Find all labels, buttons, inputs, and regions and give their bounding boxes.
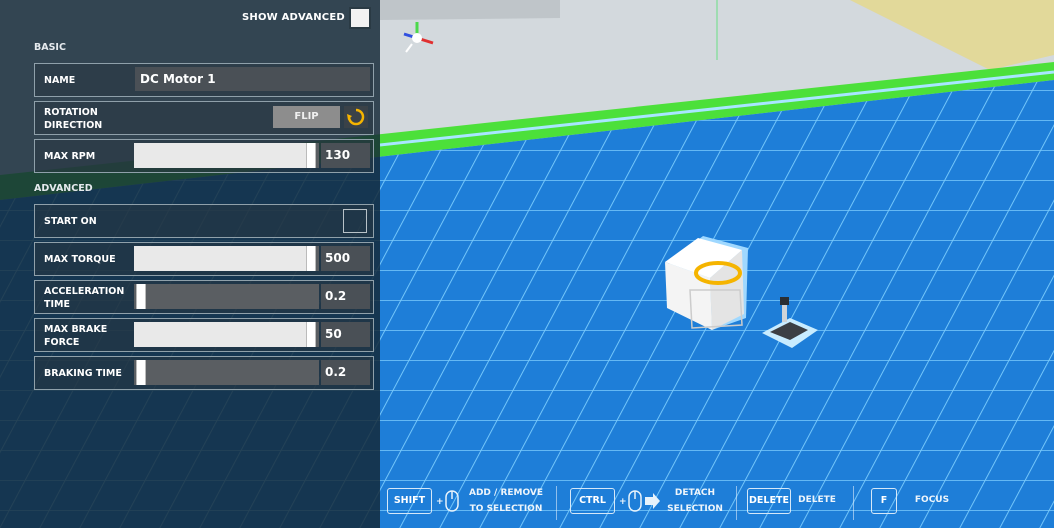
brake-force-label-line1: MAX BRAKE xyxy=(44,324,108,335)
rotation-label-line2: DIRECTION xyxy=(44,120,103,131)
section-basic: BASIC xyxy=(34,42,66,53)
ctrl-key: CTRL xyxy=(570,488,615,514)
acceleration-label-line1: ACCELERATION xyxy=(44,286,125,297)
braking-time-label: BRAKING TIME xyxy=(44,368,122,379)
name-label: NAME xyxy=(44,75,76,86)
max-torque-slider-fill xyxy=(134,246,316,271)
max-torque-label: MAX TORQUE xyxy=(44,254,116,265)
acceleration-time-label: ACCELERATION TIME xyxy=(44,285,124,311)
show-advanced-toggle[interactable]: SHOW ADVANCED xyxy=(242,7,371,29)
divider xyxy=(853,486,854,520)
show-advanced-label: SHOW ADVANCED xyxy=(242,11,345,23)
max-rpm-row: MAX RPM 130 xyxy=(34,139,374,173)
max-torque-slider-handle[interactable] xyxy=(306,246,316,271)
start-on-checkbox[interactable] xyxy=(343,209,367,233)
max-rpm-slider-handle[interactable] xyxy=(306,143,316,168)
mouse-icon xyxy=(445,490,459,512)
shift-key: SHIFT xyxy=(387,488,432,514)
rotation-direction-label: ROTATION DIRECTION xyxy=(44,106,102,132)
shift-hint-line2: TO SELECTION xyxy=(469,504,543,514)
ctrl-hint: DETACH SELECTION xyxy=(664,485,726,517)
braking-time-slider[interactable] xyxy=(134,360,319,385)
shift-hint: ADD / REMOVE TO SELECTION xyxy=(466,485,546,517)
max-brake-force-slider-fill xyxy=(134,322,316,347)
acceleration-label-line2: TIME xyxy=(44,299,70,310)
mouse-drag-icon xyxy=(628,490,660,512)
acceleration-time-slider[interactable] xyxy=(134,284,319,309)
shift-hint-line1: ADD / REMOVE xyxy=(468,488,544,498)
name-row: NAME DC Motor 1 xyxy=(34,63,374,97)
max-rpm-label: MAX RPM xyxy=(44,151,96,162)
rotation-arrow-icon xyxy=(344,106,368,128)
acceleration-time-value[interactable]: 0.2 xyxy=(321,284,370,309)
properties-panel: SHOW ADVANCED BASIC NAME DC Motor 1 ROTA… xyxy=(0,0,380,528)
max-rpm-value[interactable]: 130 xyxy=(321,143,370,168)
plus-sign: + xyxy=(619,497,627,507)
max-torque-slider[interactable] xyxy=(134,246,319,271)
max-brake-force-slider[interactable] xyxy=(134,322,319,347)
start-on-label: START ON xyxy=(44,216,97,227)
rotation-direction-row: ROTATION DIRECTION FLIP xyxy=(34,101,374,135)
focus-key: F xyxy=(871,488,897,514)
brake-force-label-line2: FORCE xyxy=(44,337,80,348)
max-brake-force-row: MAX BRAKE FORCE 50 xyxy=(34,318,374,352)
controls-hint-bar: SHIFT + ADD / REMOVE TO SELECTION CTRL +… xyxy=(380,480,1054,528)
divider xyxy=(556,486,557,520)
max-torque-row: MAX TORQUE 500 xyxy=(34,242,374,276)
show-advanced-checkbox[interactable] xyxy=(349,7,371,29)
acceleration-time-row: ACCELERATION TIME 0.2 xyxy=(34,280,374,314)
max-rpm-slider-fill xyxy=(134,143,316,168)
delete-key: DELETE xyxy=(747,488,791,514)
delete-hint: DELETE xyxy=(798,495,836,505)
max-brake-force-slider-handle[interactable] xyxy=(306,322,316,347)
focus-hint: FOCUS xyxy=(914,495,950,505)
start-on-row: START ON xyxy=(34,204,374,238)
braking-time-row: BRAKING TIME 0.2 xyxy=(34,356,374,390)
max-brake-force-label: MAX BRAKE FORCE xyxy=(44,323,107,349)
rotation-label-line1: ROTATION xyxy=(44,107,98,118)
plus-sign: + xyxy=(436,497,444,507)
max-torque-value[interactable]: 500 xyxy=(321,246,370,271)
max-rpm-slider[interactable] xyxy=(134,143,319,168)
divider xyxy=(736,486,737,520)
name-input[interactable]: DC Motor 1 xyxy=(135,67,370,91)
max-brake-force-value[interactable]: 50 xyxy=(321,322,370,347)
braking-time-slider-handle[interactable] xyxy=(136,360,146,385)
ctrl-hint-line2: SELECTION xyxy=(667,504,723,514)
acceleration-time-slider-handle[interactable] xyxy=(136,284,146,309)
section-advanced: ADVANCED xyxy=(34,183,93,194)
braking-time-value[interactable]: 0.2 xyxy=(321,360,370,385)
ctrl-hint-line1: DETACH xyxy=(674,488,716,498)
flip-button[interactable]: FLIP xyxy=(273,106,340,128)
